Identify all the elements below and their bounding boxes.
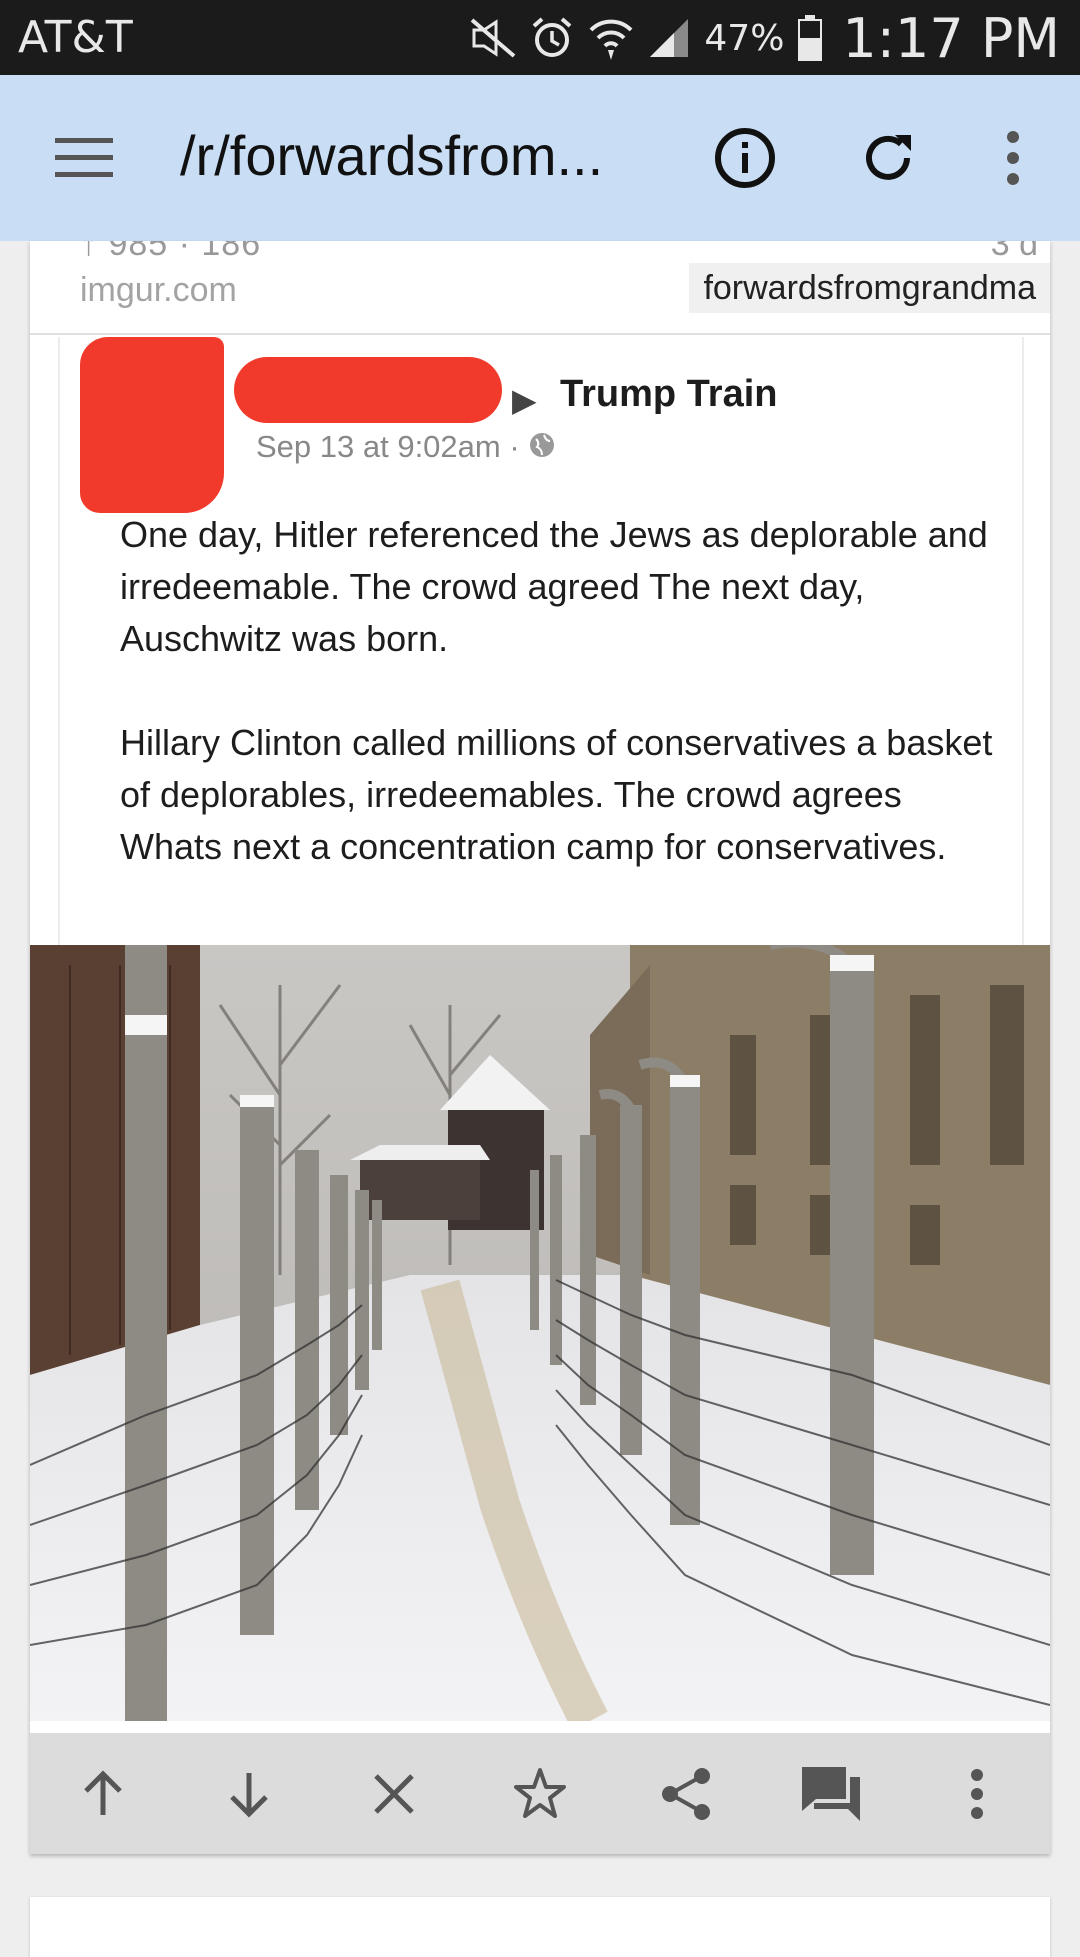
post-score-comments: ↑ 985 · 186 bbox=[80, 241, 262, 263]
toolbar-title: /r/forwardsfrom... bbox=[180, 124, 604, 187]
save-icon[interactable] bbox=[495, 1749, 585, 1839]
app-toolbar: /r/forwardsfrom... bbox=[0, 75, 1080, 241]
signal-icon bbox=[648, 17, 690, 59]
post-photo[interactable] bbox=[30, 945, 1050, 1721]
refresh-icon[interactable] bbox=[843, 75, 933, 241]
share-icon[interactable] bbox=[641, 1749, 731, 1839]
subreddit-badge[interactable]: forwardsfromgrandma bbox=[689, 263, 1050, 313]
carrier-label: AT&T bbox=[18, 12, 133, 63]
redaction-mark bbox=[234, 357, 502, 423]
hide-icon[interactable] bbox=[349, 1749, 439, 1839]
upvote-icon[interactable] bbox=[58, 1749, 148, 1839]
post-timestamp: Sep 13 at 9:02am · bbox=[256, 429, 556, 467]
overflow-icon[interactable] bbox=[968, 75, 1058, 241]
more-icon[interactable] bbox=[932, 1749, 1022, 1839]
group-name: Trump Train bbox=[560, 373, 778, 415]
battery-icon bbox=[798, 15, 823, 61]
next-post-card[interactable] bbox=[30, 1897, 1050, 1957]
downvote-icon[interactable] bbox=[204, 1749, 294, 1839]
clock: 1:17 PM bbox=[842, 6, 1060, 70]
menu-icon[interactable] bbox=[40, 75, 130, 241]
comments-icon[interactable] bbox=[786, 1749, 876, 1839]
redaction-mark bbox=[80, 337, 224, 513]
status-bar: AT&T 47% 1:17 PM bbox=[0, 0, 1080, 75]
post-age: 3 d bbox=[990, 241, 1038, 263]
post-card[interactable]: ↑ 985 · 186 3 d imgur.com forwardsfromgr… bbox=[30, 241, 1050, 1854]
post-action-bar bbox=[30, 1733, 1050, 1854]
post-paragraph: One day, Hitler referenced the Jews as d… bbox=[120, 514, 988, 659]
status-icons: 47% 1:17 PM bbox=[470, 6, 1060, 70]
globe-icon bbox=[528, 431, 556, 467]
wifi-icon bbox=[588, 16, 634, 60]
post-domain[interactable]: imgur.com bbox=[80, 271, 237, 310]
alarm-icon bbox=[530, 16, 574, 60]
post-body: One day, Hitler referenced the Jews as d… bbox=[120, 509, 1010, 873]
info-icon[interactable] bbox=[700, 75, 790, 241]
embedded-post-screenshot: ▶ Trump Train Sep 13 at 9:02am · One day… bbox=[58, 337, 1024, 947]
post-paragraph: Hillary Clinton called millions of conse… bbox=[120, 722, 993, 867]
share-arrow-icon: ▶ bbox=[512, 382, 537, 418]
divider bbox=[30, 333, 1050, 335]
mute-icon bbox=[470, 18, 516, 58]
battery-percent: 47% bbox=[704, 17, 785, 59]
